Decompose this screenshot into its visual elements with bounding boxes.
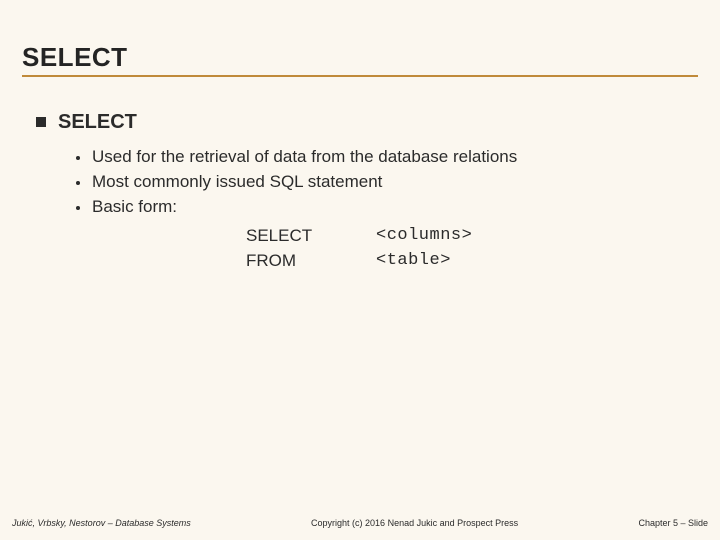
code-block: SELECT <columns> FROM <table> [76,221,684,274]
code-keyword: SELECT [246,223,376,249]
dot-bullet-icon [76,156,80,160]
lvl2-group: Used for the retrieval of data from the … [36,146,684,274]
title-block: SELECT [0,0,720,77]
lvl1-item: SELECT [36,111,684,134]
footer-center: Copyright (c) 2016 Nenad Jukic and Prosp… [191,518,639,528]
slide: SELECT SELECT Used for the retrieval of … [0,0,720,540]
square-bullet-icon [36,117,46,127]
dot-bullet-icon [76,206,80,210]
code-row: SELECT <columns> [246,223,684,249]
lvl1-label: SELECT [58,111,137,134]
lvl2-item: Used for the retrieval of data from the … [76,146,684,169]
dot-bullet-icon [76,181,80,185]
code-arg: <columns> [376,223,472,249]
code-row: FROM <table> [246,248,684,274]
lvl2-label: Most commonly issued SQL statement [92,171,382,194]
lvl2-item: Basic form: [76,196,684,219]
code-keyword: FROM [246,248,376,274]
slide-title: SELECT [22,42,698,73]
body: SELECT Used for the retrieval of data fr… [0,77,720,274]
lvl2-label: Basic form: [92,196,177,219]
code-arg: <table> [376,248,451,274]
lvl2-item: Most commonly issued SQL statement [76,171,684,194]
footer: Jukić, Vrbsky, Nestorov – Database Syste… [0,518,720,528]
footer-right: Chapter 5 – Slide [638,518,708,528]
lvl2-label: Used for the retrieval of data from the … [92,146,517,169]
footer-left: Jukić, Vrbsky, Nestorov – Database Syste… [12,518,191,528]
